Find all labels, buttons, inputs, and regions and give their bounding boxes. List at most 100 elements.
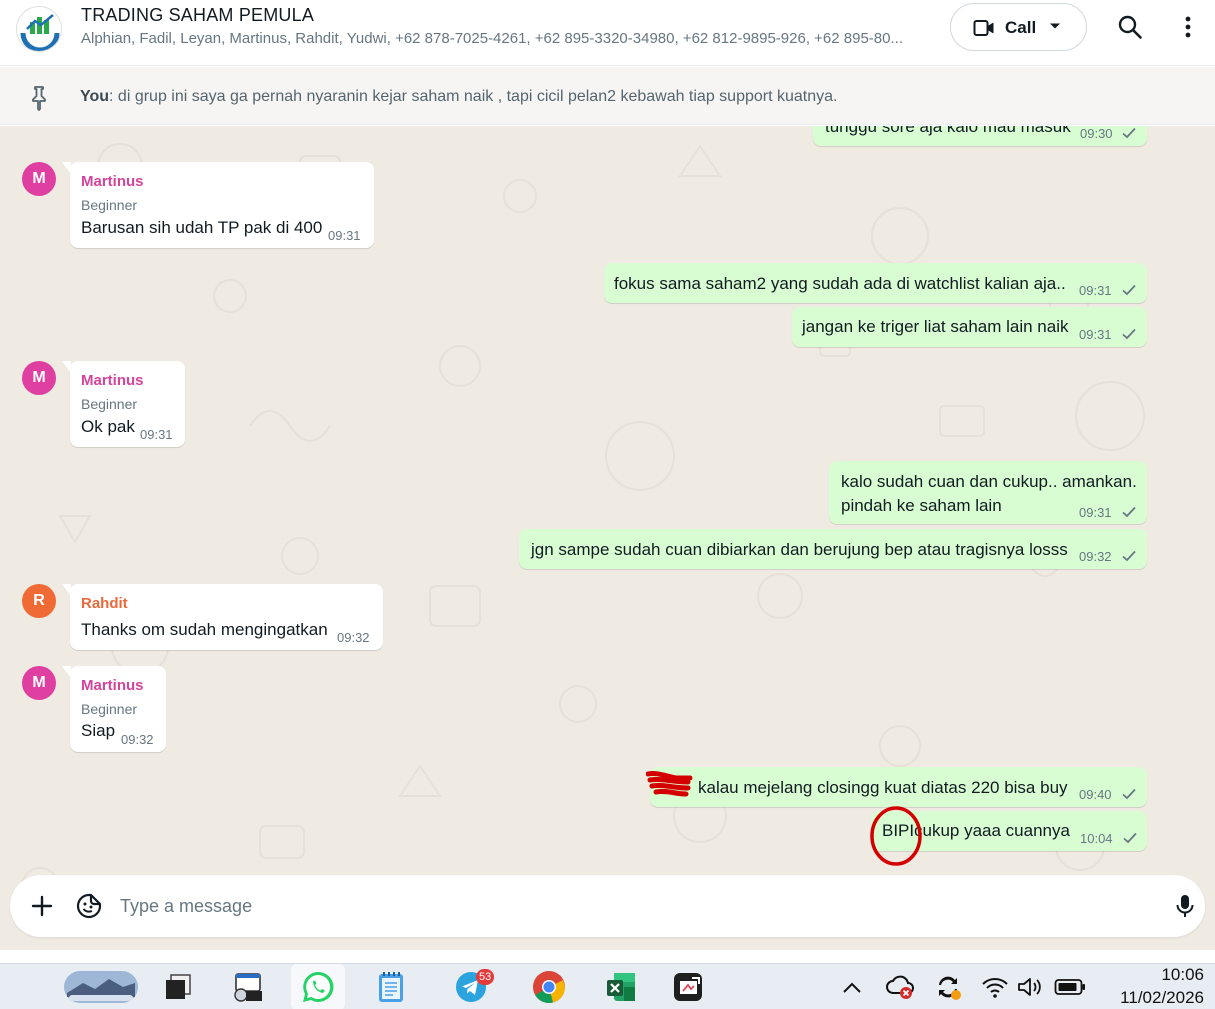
search-icon[interactable] — [1117, 14, 1143, 40]
message-time: 09:31 — [1079, 327, 1112, 342]
message-time: 10:04 — [1080, 831, 1113, 846]
video-call-icon — [973, 20, 994, 36]
sender-name[interactable]: Martinus — [81, 677, 144, 694]
message-outgoing[interactable]: tunggu sore aja kalo mau masuk 09:30 — [813, 126, 1147, 146]
message-input[interactable] — [120, 893, 1120, 919]
sent-check-icon — [1122, 550, 1136, 562]
message-incoming[interactable]: Martinus Beginner Barusan sih udah TP pa… — [62, 162, 374, 248]
widgets-landscape-icon — [64, 971, 138, 1003]
group-title[interactable]: TRADING SAHAM PEMULA — [81, 5, 314, 26]
avatar[interactable]: R — [22, 584, 56, 618]
sticker-icon[interactable] — [76, 893, 102, 919]
chat-header: TRADING SAHAM PEMULA Alphian, Fadil, Ley… — [0, 0, 1215, 66]
message-text: cukup yaaa cuannya — [914, 821, 1070, 840]
message-text: Barusan sih udah TP pak di 400 — [81, 218, 323, 237]
tray-onedrive[interactable] — [880, 969, 920, 1005]
sender-name[interactable]: Martinus — [81, 372, 144, 389]
message-outgoing[interactable]: jangan ke triger liat saham lain naik 09… — [792, 307, 1147, 347]
group-logo-icon — [20, 10, 60, 51]
task-view-icon — [166, 974, 191, 999]
message-list[interactable]: tunggu sore aja kalo mau masuk 09:30 M M… — [0, 126, 1215, 950]
message-text: Thanks om sudah mengingatkan — [81, 620, 328, 639]
message-outgoing[interactable]: kalau mejelang closingg kuat diatas 220 … — [650, 767, 1147, 807]
message-time: 09:31 — [140, 427, 173, 442]
avatar[interactable]: M — [22, 361, 56, 395]
volume-icon — [1018, 978, 1041, 996]
message-time: 09:31 — [1079, 283, 1112, 298]
message-incoming[interactable]: Martinus Beginner Siap 09:32 — [62, 666, 166, 752]
pinned-message-text: You: di grup ini saya ga pernah nyaranin… — [80, 88, 837, 106]
avatar[interactable]: M — [22, 666, 56, 700]
group-avatar[interactable] — [16, 6, 62, 52]
sent-check-icon — [1123, 832, 1137, 844]
message-text: kalau mejelang closingg kuat diatas 220 … — [698, 778, 1068, 797]
whatsapp-icon — [303, 971, 334, 1002]
message-time: 09:32 — [121, 732, 154, 747]
message-text: Siap — [81, 721, 116, 740]
show-hidden-icons[interactable] — [832, 969, 872, 1005]
taskbar-excel[interactable] — [601, 969, 641, 1005]
tray-volume[interactable] — [1010, 969, 1050, 1005]
more-options-icon[interactable] — [1178, 14, 1198, 40]
message-text: tunggu sore aja kalo mau masuk — [825, 126, 1071, 136]
message-incoming[interactable]: Martinus Beginner Ok pak 09:31 — [62, 361, 185, 447]
attach-plus-icon[interactable] — [30, 894, 54, 918]
taskbar-task-view[interactable] — [158, 969, 198, 1005]
message-time: 09:31 — [1079, 505, 1112, 520]
clock-date[interactable]: 11/02/2026 — [1100, 988, 1204, 1008]
redaction-scribble — [646, 771, 693, 797]
message-text: fokus sama saham2 yang sudah ada di watc… — [614, 274, 1066, 293]
message-text-line-2: pindah ke saham lain — [841, 496, 1002, 515]
message-time: 09:31 — [328, 228, 361, 243]
os-taskbar — [0, 963, 1215, 1009]
chevron-up-icon — [843, 982, 861, 993]
bubble-tail — [62, 361, 71, 373]
taskbar-notepad[interactable] — [371, 969, 411, 1005]
snipping-tool-icon — [674, 973, 702, 1001]
cloud-error-icon — [886, 975, 914, 999]
chrome-icon — [533, 971, 565, 1003]
message-incoming[interactable]: Rahdit Thanks om sudah mengingatkan 09:3… — [62, 584, 383, 650]
call-label: Call — [1005, 18, 1037, 37]
message-outgoing[interactable]: jgn sampe sudah cuan dibiarkan dan beruj… — [519, 529, 1147, 569]
tray-sync[interactable] — [928, 969, 968, 1005]
wifi-icon — [982, 978, 1008, 998]
sent-check-icon — [1122, 788, 1136, 800]
call-button[interactable]: Call — [950, 3, 1087, 51]
message-outgoing[interactable]: kalo sudah cuan dan cukup.. amankan. pin… — [829, 461, 1147, 524]
microphone-icon[interactable] — [1174, 893, 1196, 919]
battery-icon — [1054, 979, 1085, 995]
group-members[interactable]: Alphian, Fadil, Leyan, Martinus, Rahdit,… — [81, 30, 921, 47]
sender-name[interactable]: Rahdit — [81, 595, 128, 612]
tray-battery[interactable] — [1050, 969, 1090, 1005]
taskbar-chrome[interactable] — [529, 969, 569, 1005]
pin-icon — [32, 86, 46, 111]
telegram-unread-badge: 53 — [476, 969, 495, 985]
taskbar-whatsapp[interactable] — [298, 969, 338, 1005]
bubble-tail — [62, 162, 71, 174]
pinned-author: You — [80, 88, 110, 105]
pinned-message-bar[interactable]: You: di grup ini saya ga pernah nyaranin… — [0, 67, 1215, 125]
sender-name[interactable]: Martinus — [81, 173, 144, 190]
taskbar-remote-desktop[interactable] — [227, 969, 267, 1005]
taskbar-snipping-tool[interactable] — [668, 969, 708, 1005]
message-text: jangan ke triger liat saham lain naik — [802, 317, 1069, 336]
message-outgoing[interactable]: fokus sama saham2 yang sudah ada di watc… — [604, 263, 1147, 303]
message-text: jgn sampe sudah cuan dibiarkan dan beruj… — [531, 540, 1068, 559]
sync-icon — [939, 976, 961, 1000]
bubble-tail — [62, 584, 71, 596]
taskbar-widgets[interactable] — [62, 969, 140, 1005]
tray-wifi[interactable] — [975, 969, 1015, 1005]
message-time: 09:40 — [1079, 787, 1112, 802]
sent-check-icon — [1122, 506, 1136, 518]
message-time: 09:32 — [337, 630, 370, 645]
sender-role: Beginner — [81, 701, 138, 717]
message-text: Ok pak — [81, 417, 135, 436]
clock-time[interactable]: 10:06 — [1100, 965, 1204, 985]
notepad-icon — [379, 972, 403, 1002]
sender-role: Beginner — [81, 396, 138, 412]
message-time: 09:30 — [1080, 126, 1113, 141]
bubble-tail — [62, 666, 71, 678]
message-composer — [10, 875, 1205, 937]
avatar[interactable]: M — [22, 162, 56, 196]
